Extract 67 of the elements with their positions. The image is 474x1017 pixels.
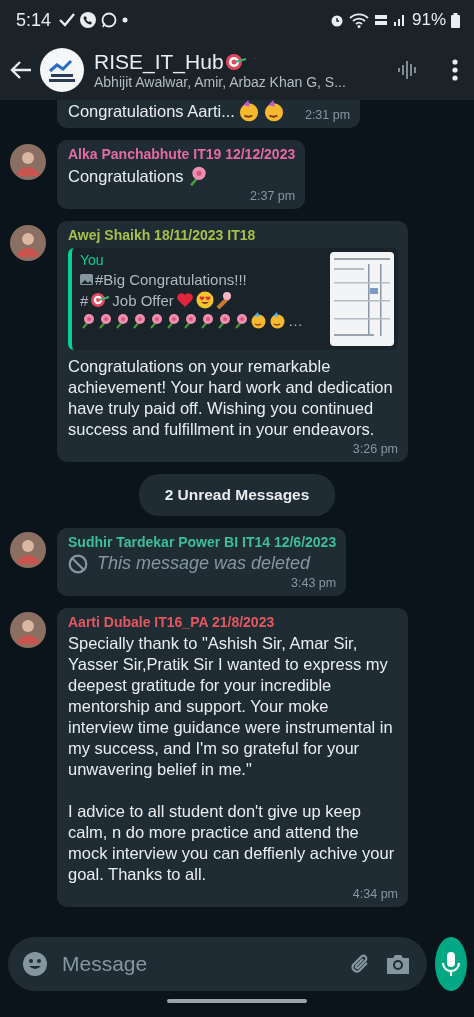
wifi-icon	[348, 12, 369, 28]
back-icon[interactable]	[10, 61, 32, 79]
emoji-icon[interactable]	[22, 951, 48, 977]
message-text: This message was deleted	[97, 553, 311, 574]
sender-name: Sudhir Tardekar Power BI IT14 12/6/2023	[68, 534, 337, 550]
group-avatar-icon[interactable]	[40, 48, 84, 92]
flower-icon	[131, 312, 146, 329]
phone-icon	[80, 12, 97, 28]
bouquet-icon	[215, 291, 232, 309]
alarm-icon	[329, 13, 344, 27]
battery-icon	[451, 12, 460, 28]
unread-messages-badge: 2 Unread Messages	[138, 474, 336, 516]
quote-text: #	[80, 291, 89, 309]
avatar-icon[interactable]	[10, 144, 46, 180]
target-icon	[90, 292, 111, 308]
quote-text: …	[288, 312, 303, 329]
battery-level: 91%	[411, 10, 446, 30]
flower-icon	[216, 312, 231, 329]
signal-icon	[392, 13, 407, 27]
flower-icon	[97, 312, 112, 329]
message-text: Specially thank to "Ashish Sir, Amar Sir, Yasser Sir,Pratik Sir I wanted to express my deepest gratitude for your incredible mentorship and support. Your moke interview time guidance were instrumental in my success, and I'm so grateful for your unwavering belief in me." I advice to all student don't give up keep calm, n do more practice and attend the mock interview you can deffienly achive your goal. Thanks to all.	[68, 633, 396, 885]
heart-eyes-face-icon	[195, 291, 214, 309]
sender-name: Alka Panchabhute IT19 12/12/2023	[68, 146, 296, 162]
group-members: Abhijit Awalwar, Amir, Arbaz Khan G, S...	[94, 74, 347, 90]
flower-icon	[182, 312, 197, 329]
party-face-icon	[250, 312, 267, 329]
flower-icon	[148, 312, 163, 329]
message-input[interactable]: Message	[60, 951, 335, 977]
party-face-icon	[269, 312, 286, 329]
quoted-message[interactable]: You #Big Congratulations!!! # Job Offer …	[68, 248, 398, 350]
flower-icon	[114, 312, 129, 329]
deleted-icon	[68, 553, 88, 574]
photo-icon	[80, 273, 93, 286]
target-icon	[224, 53, 247, 71]
menu-icon[interactable]	[452, 59, 458, 81]
avatar-icon[interactable]	[10, 532, 46, 568]
heart-icon	[175, 292, 194, 308]
flower-icon	[233, 312, 248, 329]
message-text: Congratulations on your remarkable achievement! Your hard work and dedication have truly paid off. Wishing you continued success and fulfillment in your endeavors.	[68, 356, 394, 440]
message-time: 3:43 pm	[291, 576, 337, 590]
dot-icon	[122, 17, 129, 23]
flower-icon	[165, 312, 180, 329]
sender-name: Awej Shaikh 18/11/2023 IT18	[68, 227, 257, 243]
message-time: 2:31 pm	[304, 108, 351, 122]
sender-name: Aarti Dubale IT16_PA 21/8/2023	[68, 614, 276, 630]
chat-icon	[101, 12, 118, 28]
group-title[interactable]: RISE_IT_Hub	[94, 50, 224, 74]
flower-icon	[80, 312, 95, 329]
status-time: 5:14	[16, 9, 52, 31]
message-text: Congratulations	[68, 165, 184, 187]
camera-icon[interactable]	[385, 952, 411, 976]
message-field[interactable]: Message	[8, 937, 427, 991]
quote-text: #Big Congratulations!!!	[95, 271, 247, 288]
checkmark-icon	[59, 13, 76, 27]
message-time: 3:26 pm	[352, 442, 398, 456]
avatar-icon[interactable]	[10, 612, 46, 648]
flower-icon	[199, 312, 214, 329]
message-text: Congratulations Aarti...	[68, 100, 235, 122]
party-face-icon	[237, 100, 260, 122]
avatar-icon[interactable]	[10, 225, 46, 261]
message-time: 4:34 pm	[352, 887, 398, 901]
quote-text: Job Offer	[112, 291, 174, 309]
quote-author: You	[80, 252, 105, 268]
microphone-icon	[441, 951, 461, 977]
party-face-icon	[262, 100, 285, 122]
message-time: 2:37 pm	[250, 189, 296, 203]
microphone-button[interactable]	[435, 937, 467, 991]
